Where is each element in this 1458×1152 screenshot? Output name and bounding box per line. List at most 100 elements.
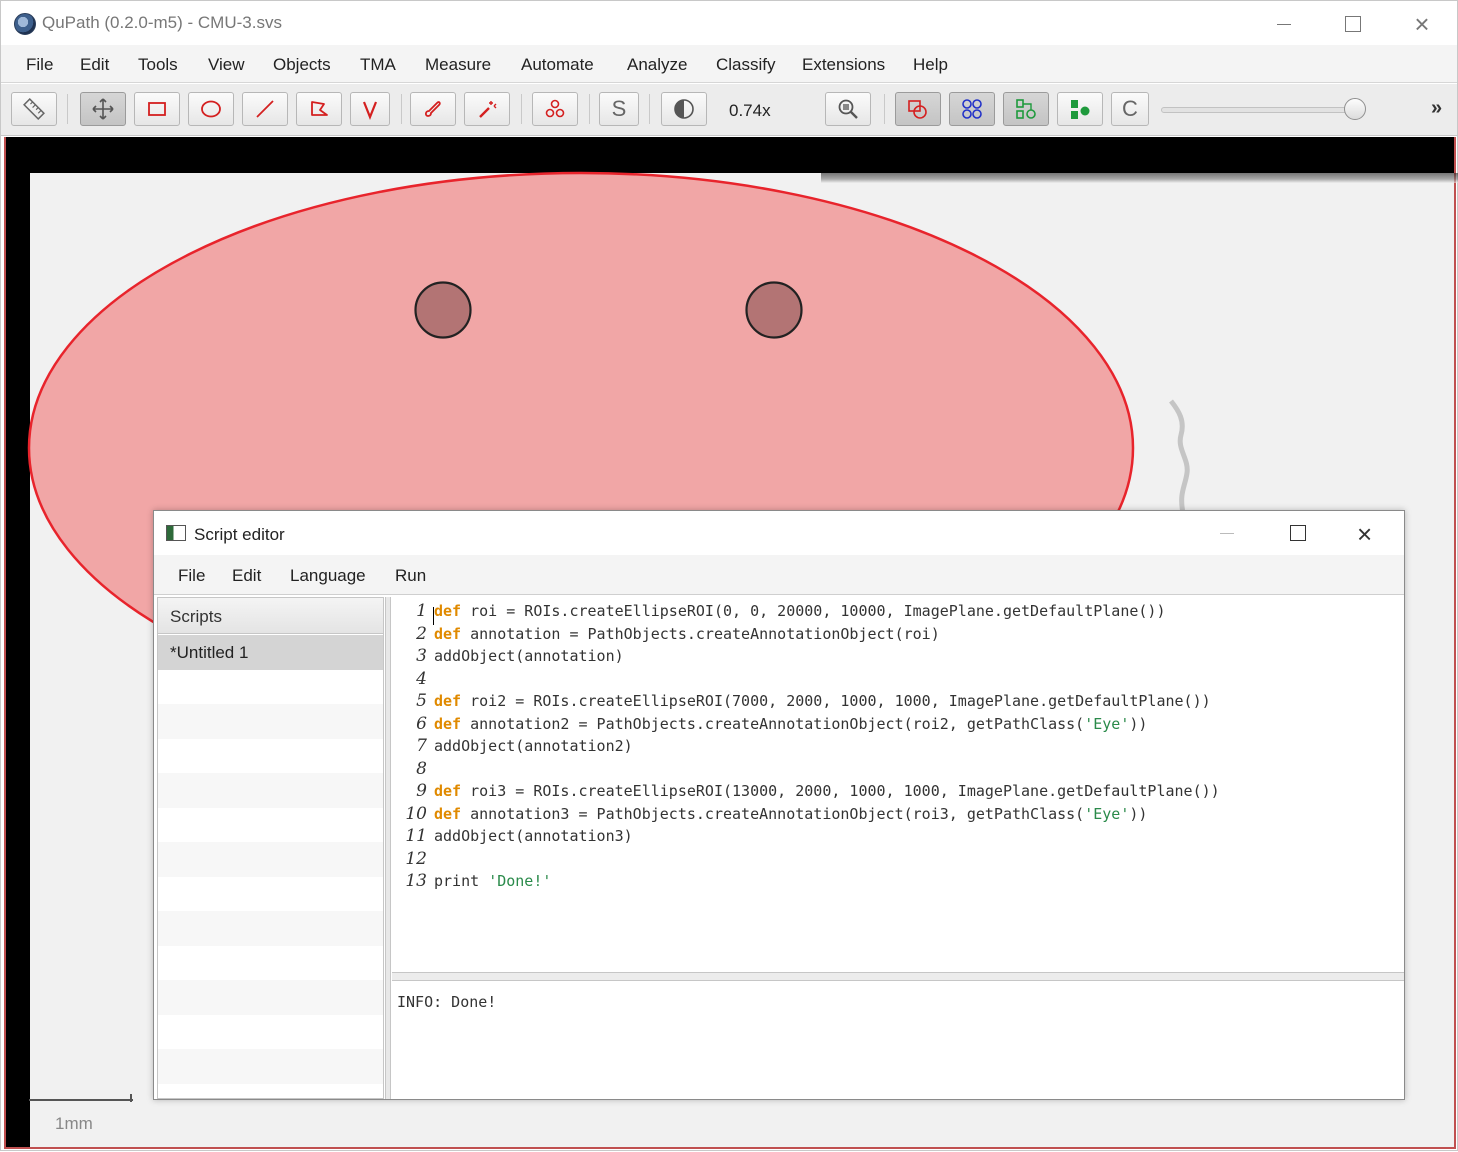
menu-help[interactable]: Help	[913, 55, 948, 75]
code-line: 1 def roi = ROIs.createEllipseROI(0, 0, 2…	[392, 601, 1404, 625]
empty-list-row	[158, 1015, 383, 1050]
rectangle-tool-button[interactable]	[134, 92, 180, 126]
script-editor-menubar: File Edit Language Run	[154, 555, 1404, 595]
code-line: 6 def annotation2 = PathObjects.createAnn…	[392, 713, 1404, 738]
maximize-button[interactable]	[1330, 7, 1376, 41]
split-pane-divider[interactable]	[385, 597, 391, 1099]
script-editor-minimize-button[interactable]	[1220, 533, 1234, 534]
measure-ruler-icon	[23, 98, 45, 120]
se-menu-edit[interactable]: Edit	[232, 566, 261, 586]
menu-extensions[interactable]: Extensions	[802, 55, 885, 75]
script-editor-close-button[interactable]: ×	[1357, 519, 1372, 550]
show-detections-button[interactable]	[1003, 92, 1049, 126]
code-text: ))	[1129, 804, 1148, 823]
script-editor-title-bar: Script editor ×	[154, 511, 1404, 555]
se-menu-file[interactable]: File	[178, 566, 205, 586]
move-icon	[92, 98, 114, 120]
brightness-contrast-button[interactable]	[661, 92, 707, 126]
line-code: def roi2 = ROIs.createEllipseROI(7000, 2…	[434, 692, 1211, 710]
empty-list-row	[158, 842, 383, 877]
keyword: def	[434, 602, 462, 620]
code-line: 5 def roi2 = ROIs.createEllipseROI(7000, …	[392, 691, 1404, 715]
selection-mode-button[interactable]: S	[599, 92, 639, 126]
menu-tools[interactable]: Tools	[138, 55, 178, 75]
main-menubar: File Edit Tools View Objects TMA Measure…	[1, 45, 1457, 83]
line-code: def annotation = PathObjects.createAnnot…	[434, 625, 940, 643]
zoom-level: 0.74x	[729, 101, 771, 120]
code-editor[interactable]: 1 def roi = ROIs.createEllipseROI(0, 0, 2…	[392, 595, 1404, 973]
code-text: annotation3 = PathObjects.createAnnotati…	[461, 804, 1085, 823]
main-toolbar: S 0.74x C	[1, 84, 1457, 136]
selection-mode-icon: S	[611, 96, 627, 121]
code-line: 2 def annotation = PathObjects.createAnno…	[392, 624, 1404, 648]
measure-tool-button[interactable]	[11, 92, 57, 126]
brightness-contrast-icon	[674, 99, 694, 119]
toolbar-overflow-button[interactable]: »	[1431, 97, 1442, 120]
empty-list-row	[158, 1049, 383, 1084]
menu-edit[interactable]: Edit	[80, 55, 109, 75]
points-tool-button[interactable]	[532, 92, 578, 126]
opacity-slider-thumb[interactable]	[1344, 98, 1366, 120]
menu-classify[interactable]: Classify	[716, 55, 776, 75]
wand-icon	[479, 101, 497, 118]
points-icon	[545, 99, 565, 118]
line-number: 6	[416, 713, 427, 734]
menu-objects[interactable]: Objects	[273, 55, 331, 75]
toolbar-separator	[589, 94, 590, 124]
script-item[interactable]: *Untitled 1	[158, 635, 383, 670]
menu-measure[interactable]: Measure	[425, 55, 491, 75]
line-code: def roi = ROIs.createEllipseROI(0, 0, 20…	[434, 602, 1166, 620]
scalebar	[29, 1099, 133, 1101]
line-number: 12	[405, 848, 427, 869]
opacity-slider[interactable]	[1161, 107, 1361, 113]
code-text: addObject(annotation3)	[434, 827, 633, 845]
menu-automate[interactable]: Automate	[521, 55, 594, 75]
string-literal: 'Eye'	[1084, 714, 1130, 733]
zoom-to-fit-icon	[838, 99, 858, 119]
fill-detections-icon	[1071, 100, 1090, 119]
code-line: 8	[392, 759, 1404, 783]
show-annotations-button[interactable]	[895, 92, 941, 126]
wand-tool-button[interactable]	[464, 92, 510, 126]
se-menu-run[interactable]: Run	[395, 566, 426, 586]
move-tool-button[interactable]	[80, 92, 126, 126]
zoom-to-fit-button[interactable]	[825, 92, 871, 126]
show-tma-grid-button[interactable]	[949, 92, 995, 126]
polygon-tool-button[interactable]	[296, 92, 342, 126]
scalebar-tick	[130, 1094, 132, 1102]
line-code: addObject(annotation)	[434, 647, 624, 665]
menu-tma[interactable]: TMA	[360, 55, 396, 75]
show-detections-icon	[1016, 99, 1036, 119]
show-cell-boundaries-icon: C	[1122, 96, 1138, 121]
menu-file[interactable]: File	[26, 55, 53, 75]
line-number: 9	[416, 781, 427, 801]
ellipse-tool-button[interactable]	[188, 92, 234, 126]
script-editor-window: Script editor × File Edit Language Run S…	[153, 510, 1405, 1100]
code-text: print	[434, 872, 489, 890]
line-tool-button[interactable]	[242, 92, 288, 126]
se-menu-language[interactable]: Language	[290, 566, 366, 586]
keyword: def	[434, 692, 462, 710]
menu-analyze[interactable]: Analyze	[627, 55, 687, 75]
code-line: 12	[392, 848, 1404, 873]
brush-icon	[424, 101, 441, 117]
fill-detections-button[interactable]	[1057, 92, 1103, 126]
empty-list-row	[158, 877, 383, 912]
code-line: 9 def roi3 = ROIs.createEllipseROI(13000,…	[392, 781, 1404, 805]
show-cell-boundaries-button[interactable]: C	[1111, 92, 1149, 126]
menu-view[interactable]: View	[208, 55, 245, 75]
minimize-button[interactable]	[1261, 7, 1307, 41]
scripts-list: Scripts *Untitled 1	[157, 597, 384, 1099]
console-divider[interactable]	[392, 973, 1404, 981]
code-line: 4	[392, 669, 1404, 693]
close-button[interactable]: ×	[1399, 7, 1445, 41]
empty-list-row	[158, 773, 383, 808]
polyline-tool-button[interactable]	[350, 92, 390, 126]
polyline-icon	[362, 101, 378, 120]
keyword: def	[434, 624, 462, 643]
script-editor-maximize-button[interactable]	[1290, 525, 1306, 541]
empty-list-row	[158, 739, 383, 774]
brush-tool-button[interactable]	[410, 92, 456, 126]
console-output[interactable]: INFO: Done!	[392, 981, 1404, 1099]
empty-list-row	[158, 946, 383, 981]
